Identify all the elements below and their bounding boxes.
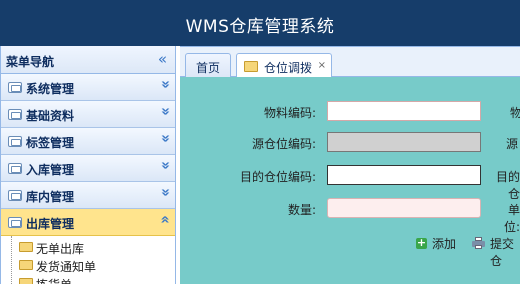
right-field-label: 物 [510,106,520,120]
quantity-label: 数量: [287,203,316,217]
folder-icon [19,242,33,252]
chevron-down-icon[interactable]: » [155,134,175,142]
chevron-down-icon[interactable]: » [155,188,175,196]
sidebar-item-label: 发货通知单 [36,260,97,274]
right-field-label: 源 [506,137,519,151]
outbound-submenu: 无单出库 发货通知单 拣货单 [1,236,175,284]
sidebar-section-internal[interactable]: 库内管理 » [1,182,175,209]
folder-icon [19,278,33,284]
section-label: 标签管理 [26,136,75,150]
sidebar-item-label: 无单出库 [36,242,85,256]
tab-location-transfer[interactable]: 仓位调拨 × [236,53,332,79]
sidebar-section-basic-data[interactable]: 基础资料 » [1,101,175,128]
sidebar-item-picking-list[interactable]: 拣货单 [1,274,176,284]
module-icon [8,82,22,93]
quantity-input[interactable] [327,198,481,218]
add-button-label: 添加 [432,237,457,251]
sidebar-header: 菜单导航 « [1,46,175,74]
sidebar-item-no-order-outbound[interactable]: 无单出库 [1,238,176,256]
sidebar-section-labels[interactable]: 标签管理 » [1,128,175,155]
target-location-input[interactable] [327,165,481,185]
collapse-sidebar-icon[interactable]: « [158,50,167,68]
printer-icon [472,237,485,249]
app-title: WMS仓库管理系统 [185,17,335,37]
module-icon [8,190,22,201]
source-location-input[interactable] [327,132,481,152]
sidebar-section-system[interactable]: 系统管理 » [1,74,175,101]
add-icon: + [416,236,427,249]
module-icon [8,217,22,228]
chevron-down-icon[interactable]: » [155,161,175,169]
chevron-up-icon[interactable]: » [155,215,175,223]
transfer-form-panel: 物料编码: 物 源仓位编码: 源 目的仓位编码: 目的仓 数量: 单位: + 添… [180,77,520,284]
module-icon [8,109,22,120]
unit-label: 单位: [503,203,520,234]
section-label: 出库管理 [26,217,75,231]
tab-label: 仓位调拨 [264,61,313,75]
section-label: 系统管理 [26,82,75,96]
module-icon [8,136,22,147]
chevron-down-icon[interactable]: » [155,80,175,88]
close-icon[interactable]: × [318,60,326,71]
app-header: WMS仓库管理系统 [0,0,520,46]
sidebar-title: 菜单导航 [6,55,55,69]
tab-label: 首页 [196,61,221,75]
target-location-label: 目的仓位编码: [239,170,316,184]
material-code-label: 物料编码: [263,106,316,120]
folder-icon [244,61,258,72]
section-label: 库内管理 [26,190,75,204]
right-field-label: 目的仓 [495,170,520,201]
material-code-input[interactable] [327,101,481,121]
sidebar-section-outbound[interactable]: 出库管理 » [1,209,175,236]
submit-button-label: 提交仓 [490,237,515,268]
section-label: 入库管理 [26,163,75,177]
folder-icon [19,260,33,270]
section-label: 基础资料 [26,109,75,123]
sidebar-item-shipping-notice[interactable]: 发货通知单 [1,256,176,274]
source-location-label: 源仓位编码: [251,137,316,151]
main-area: 首页 仓位调拨 × 物料编码: 物 源仓位编码: 源 目的仓位编码: 目的仓 数… [180,46,520,284]
module-icon [8,163,22,174]
sidebar-section-inbound[interactable]: 入库管理 » [1,155,175,182]
sidebar-item-label: 拣货单 [36,276,72,284]
tab-home[interactable]: 首页 [185,53,231,78]
tab-bar: 首页 仓位调拨 × [180,46,520,79]
sidebar: 菜单导航 « 系统管理 » 基础资料 » 标签管理 » 入库管理 » 库内管理 … [0,46,176,284]
chevron-down-icon[interactable]: » [155,107,175,115]
